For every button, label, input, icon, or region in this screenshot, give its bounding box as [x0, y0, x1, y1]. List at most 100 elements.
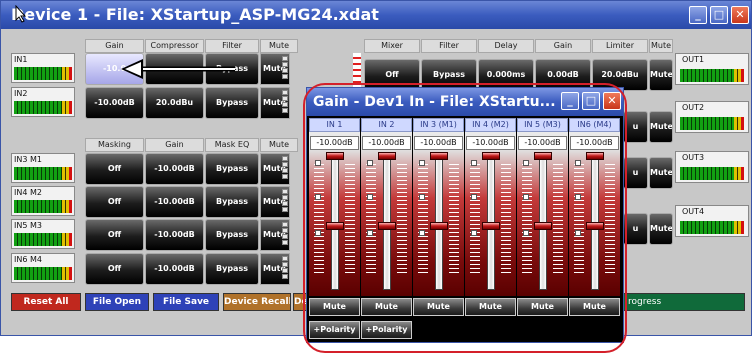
device-recall-button[interactable]: Device Recall — [223, 293, 291, 311]
fader-knob[interactable] — [534, 222, 552, 230]
fader-knob[interactable] — [430, 222, 448, 230]
channel-header: IN 5 (M3) — [517, 118, 568, 132]
output-label-out4: OUT4 — [675, 205, 749, 237]
channel-name: IN1 — [14, 55, 28, 64]
gain-value: -10.00dB — [154, 197, 195, 206]
filter-value: Bypass — [216, 98, 248, 107]
mask-gain-button-in4[interactable]: -10.00dB — [145, 186, 204, 218]
mute-button-ch6[interactable]: Mute — [569, 298, 620, 316]
mask-gain-button-in6[interactable]: -10.00dB — [145, 253, 204, 285]
masking-button-in3[interactable]: Off — [85, 153, 144, 185]
mute-button-ch4[interactable]: Mute — [465, 298, 516, 316]
fader-marker — [315, 194, 321, 200]
main-title-bar[interactable]: Device 1 - File: XStartup_ASP-MG24.xdat — [1, 1, 751, 29]
level-meter — [14, 67, 72, 80]
masking-button-in5[interactable]: Off — [85, 219, 144, 251]
gain-value-field[interactable]: -10.00dB — [570, 136, 619, 150]
file-open-button[interactable]: File Open — [85, 293, 149, 311]
fader-knob[interactable] — [430, 152, 448, 160]
gain-close-button[interactable]: ✕ — [603, 92, 621, 110]
mute-button-in2[interactable]: Mute — [260, 87, 290, 119]
maximize-button[interactable]: □ — [710, 6, 728, 24]
gain-button-in2[interactable]: -10.00dB — [85, 87, 144, 119]
mask-gain-button-in5[interactable]: -10.00dB — [145, 219, 204, 251]
fader-marker — [471, 230, 477, 236]
minimize-button[interactable]: _ — [689, 6, 707, 24]
fader-scale — [314, 164, 324, 274]
mute-label: Mute — [650, 168, 673, 177]
header-out-gain: Gain — [535, 39, 591, 53]
gain-channel-1: IN 1 -10.00dB — [309, 118, 360, 296]
gain-value-field[interactable]: -10.00dB — [310, 136, 359, 150]
output-name: OUT4 — [682, 207, 705, 216]
mute-button-in1[interactable]: Mute — [260, 53, 290, 85]
mask-eq-button-in3[interactable]: Bypass — [205, 153, 259, 185]
header-delay: Delay — [478, 39, 534, 53]
eq-value: Bypass — [216, 264, 248, 273]
gain-channel-3: IN 3 (M1) -10.00dB — [413, 118, 464, 296]
compressor-button-in2[interactable]: 20.0dBu — [145, 87, 204, 119]
device-store-button[interactable]: De — [293, 293, 307, 311]
mute-button-out1[interactable]: Mute — [649, 59, 673, 91]
gain-value-field[interactable]: -10.00dB — [518, 136, 567, 150]
mute-button-ch1[interactable]: Mute — [309, 298, 360, 316]
mute-button-out3[interactable]: Mute — [649, 157, 673, 189]
fader-knob[interactable] — [378, 222, 396, 230]
fader-knob[interactable] — [586, 222, 604, 230]
masking-button-in4[interactable]: Off — [85, 186, 144, 218]
gain-value: -10.00dB — [94, 98, 135, 107]
file-save-button[interactable]: File Save — [153, 293, 219, 311]
mute-button-out4[interactable]: Mute — [649, 213, 673, 245]
mute-button-ch3[interactable]: Mute — [413, 298, 464, 316]
mask-eq-button-in5[interactable]: Bypass — [205, 219, 259, 251]
fader-marker — [419, 230, 425, 236]
mute-button-out2[interactable]: Mute — [649, 111, 673, 143]
fader-marker — [471, 194, 477, 200]
fader-scale — [418, 164, 428, 274]
fader-knob[interactable] — [534, 152, 552, 160]
gain-window: Gain - Dev1 In - File: XStartu... _ □ ✕ … — [306, 87, 624, 343]
fader-scale — [470, 164, 480, 274]
reset-all-button[interactable]: Reset All — [11, 293, 81, 311]
fader-marker — [367, 160, 373, 166]
gain-value-field[interactable]: -10.00dB — [362, 136, 411, 150]
fader-knob[interactable] — [378, 152, 396, 160]
gain-value-field[interactable]: -10.00dB — [414, 136, 463, 150]
mute-button-in4[interactable]: Mute — [260, 186, 290, 218]
fader-marker — [367, 194, 373, 200]
filter-button-in2[interactable]: Bypass — [205, 87, 259, 119]
progress-bar: rogress — [623, 293, 745, 311]
gain-channel-5: IN 5 (M3) -10.00dB — [517, 118, 568, 296]
fader-knob[interactable] — [482, 152, 500, 160]
polarity-button-ch1[interactable]: +Polarity — [309, 321, 360, 339]
mask-eq-button-in6[interactable]: Bypass — [205, 253, 259, 285]
close-button[interactable]: ✕ — [731, 6, 749, 24]
mute-button-ch2[interactable]: Mute — [361, 298, 412, 316]
mask-gain-button-in3[interactable]: -10.00dB — [145, 153, 204, 185]
masking-button-in6[interactable]: Off — [85, 253, 144, 285]
limiter-button-out2[interactable]: u — [623, 111, 648, 143]
output-label-out3: OUT3 — [675, 151, 749, 183]
mask-eq-button-in4[interactable]: Bypass — [205, 186, 259, 218]
fader-scale — [501, 164, 511, 274]
polarity-button-ch2[interactable]: +Polarity — [361, 321, 412, 339]
fader-knob[interactable] — [326, 222, 344, 230]
mute-button-ch5[interactable]: Mute — [517, 298, 568, 316]
fader-marker — [523, 194, 529, 200]
mute-button-in3[interactable]: Mute — [260, 153, 290, 185]
level-meter — [14, 267, 72, 280]
gain-minimize-button[interactable]: _ — [561, 92, 579, 110]
gain-value-field[interactable]: -10.00dB — [466, 136, 515, 150]
gain-value: 0.00dB — [547, 70, 579, 79]
fader-marker — [523, 230, 529, 236]
header-mask-mute: Mute — [260, 138, 298, 152]
fader-knob[interactable] — [482, 222, 500, 230]
mute-button-in5[interactable]: Mute — [260, 219, 290, 251]
fader-knob[interactable] — [586, 152, 604, 160]
limiter-button-out4[interactable]: u — [623, 213, 648, 245]
gain-maximize-button[interactable]: □ — [582, 92, 600, 110]
fader-knob[interactable] — [326, 152, 344, 160]
limiter-button-out3[interactable]: u — [623, 157, 648, 189]
channel-name: IN4 M2 — [14, 188, 42, 197]
mute-button-in6[interactable]: Mute — [260, 253, 290, 285]
